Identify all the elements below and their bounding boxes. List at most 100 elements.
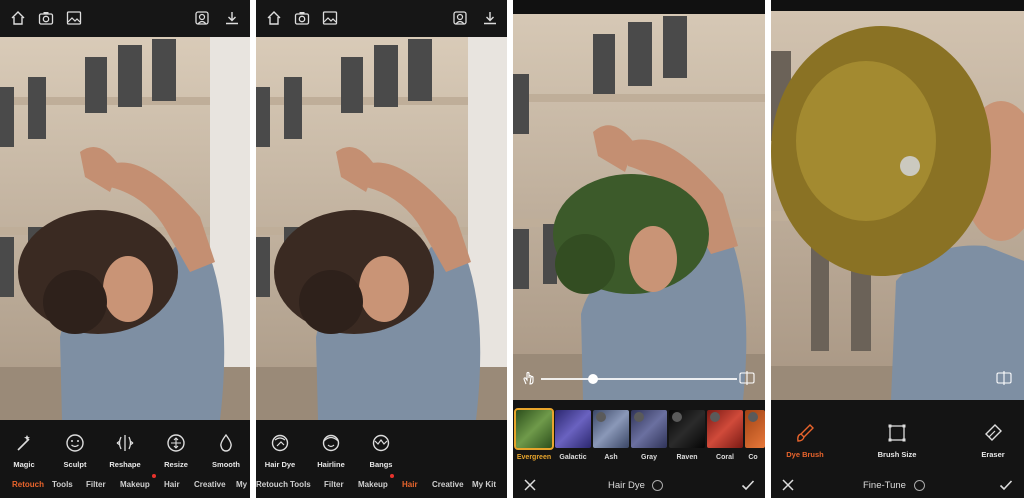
- tool-bangs[interactable]: Bangs: [353, 432, 409, 469]
- home-icon[interactable]: [266, 10, 282, 26]
- screen-fine-tune: Dye Brush Brush Size Eraser Fine-Tune: [771, 0, 1024, 498]
- slider-thumb[interactable]: [588, 374, 598, 384]
- category-tabs: Retouch Tools Filter Makeup Hair Creativ…: [256, 472, 507, 498]
- screen-hair: Hair Dye Hairline Bangs Retouch Tools Fi…: [256, 0, 507, 498]
- swatch-label: Raven: [676, 454, 698, 461]
- split-compare-icon[interactable]: [739, 370, 755, 386]
- swatch-coral[interactable]: [707, 410, 743, 448]
- top-toolbar: [256, 0, 507, 37]
- tab-hair[interactable]: Hair: [402, 480, 418, 489]
- brush-icon: [794, 422, 816, 444]
- tab-tools[interactable]: Tools: [52, 480, 73, 489]
- swatch-label: Gray: [641, 454, 657, 461]
- notification-dot: [390, 474, 394, 478]
- tab-creative[interactable]: Creative: [432, 480, 464, 489]
- eraser-icon: [982, 422, 1004, 444]
- tool-eraser[interactable]: Eraser: [965, 422, 1021, 459]
- hair-dye-icon: [269, 432, 291, 454]
- swatch-label: Coral: [716, 454, 734, 461]
- confirm-check-icon[interactable]: [741, 478, 755, 492]
- hairline-icon: [320, 432, 342, 454]
- footer-title: Fine-Tune: [863, 480, 906, 491]
- photo-canvas[interactable]: [256, 37, 507, 420]
- camera-icon[interactable]: [38, 10, 54, 26]
- tool-label: Dye Brush: [786, 450, 824, 459]
- brush-size-slider[interactable]: [541, 378, 737, 380]
- face-icon: [64, 432, 86, 454]
- tool-dye-brush[interactable]: Dye Brush: [777, 422, 833, 459]
- swatch-label: Co: [748, 454, 758, 461]
- swatch-raven[interactable]: [669, 410, 705, 448]
- footer-title: Hair Dye: [608, 480, 645, 491]
- photo-canvas[interactable]: [771, 11, 1024, 400]
- tool-reshape[interactable]: Reshape: [97, 432, 153, 469]
- swatch-gray[interactable]: [631, 410, 667, 448]
- confirm-check-icon[interactable]: [999, 478, 1013, 492]
- tab-retouch[interactable]: Retouch: [12, 480, 44, 489]
- download-icon[interactable]: [224, 10, 240, 26]
- tool-label: Resize: [164, 460, 188, 469]
- tool-sculpt[interactable]: Sculpt: [47, 432, 103, 469]
- tab-makeup[interactable]: Makeup: [358, 480, 388, 489]
- tool-magic[interactable]: Magic: [0, 432, 52, 469]
- swatch-co[interactable]: [745, 410, 765, 448]
- notification-dot: [152, 474, 156, 478]
- tool-hairline[interactable]: Hairline: [303, 432, 359, 469]
- home-icon[interactable]: [10, 10, 26, 26]
- bottom-panel: Evergreen Galactic Ash Gray Raven Coral …: [513, 400, 765, 498]
- tab-retouch[interactable]: Retouch: [256, 480, 288, 489]
- tab-makeup[interactable]: Makeup: [120, 480, 150, 489]
- close-icon[interactable]: [523, 478, 537, 492]
- tool-label: Magic: [13, 460, 35, 469]
- tool-resize[interactable]: Resize: [148, 432, 204, 469]
- tool-label: Hairline: [317, 460, 345, 469]
- photo-canvas[interactable]: [513, 14, 765, 400]
- top-bar: [513, 0, 765, 14]
- hand-icon[interactable]: [521, 370, 537, 386]
- tool-label: Eraser: [981, 450, 1005, 459]
- swatch-label: Ash: [604, 454, 618, 461]
- compare-icon[interactable]: [194, 10, 210, 26]
- tool-label: Reshape: [109, 460, 141, 469]
- help-icon[interactable]: [652, 480, 663, 491]
- screen-hair-dye: Evergreen Galactic Ash Gray Raven Coral …: [513, 0, 765, 498]
- help-icon[interactable]: [914, 480, 925, 491]
- top-bar: [771, 0, 1024, 11]
- tab-creative[interactable]: Creative: [194, 480, 226, 489]
- swatch-ash[interactable]: [593, 410, 629, 448]
- bottom-panel: Hair Dye Hairline Bangs Retouch Tools Fi…: [256, 420, 507, 498]
- compare-icon[interactable]: [452, 10, 468, 26]
- swatch-label: Galactic: [559, 454, 587, 461]
- bottom-panel: Dye Brush Brush Size Eraser Fine-Tune: [771, 400, 1024, 498]
- swatch-evergreen[interactable]: [514, 408, 554, 450]
- camera-icon[interactable]: [294, 10, 310, 26]
- tool-smooth[interactable]: Smooth: [198, 432, 250, 469]
- download-icon[interactable]: [482, 10, 498, 26]
- resize-icon: [165, 432, 187, 454]
- tool-hair-dye[interactable]: Hair Dye: [256, 432, 308, 469]
- gallery-icon[interactable]: [322, 10, 338, 26]
- tool-brush-size[interactable]: Brush Size: [869, 422, 925, 459]
- check-icon: [710, 412, 720, 422]
- tab-my-kit[interactable]: My: [236, 480, 247, 489]
- screen-retouch: Magic Sculpt Reshape Resize Smooth Retou…: [0, 0, 250, 498]
- tab-my-kit[interactable]: My Kit: [472, 480, 496, 489]
- tab-filter[interactable]: Filter: [324, 480, 344, 489]
- reshape-icon: [114, 432, 136, 454]
- tab-tools[interactable]: Tools: [290, 480, 311, 489]
- photo-canvas[interactable]: [0, 37, 250, 420]
- tool-label: Hair Dye: [264, 460, 296, 469]
- gallery-icon[interactable]: [66, 10, 82, 26]
- droplet-icon: [215, 432, 237, 454]
- tab-hair[interactable]: Hair: [164, 480, 180, 489]
- tab-filter[interactable]: Filter: [86, 480, 106, 489]
- bangs-icon: [370, 432, 392, 454]
- close-icon[interactable]: [781, 478, 795, 492]
- check-icon: [634, 412, 644, 422]
- magic-wand-icon: [13, 432, 35, 454]
- swatch-galactic[interactable]: [555, 410, 591, 448]
- check-icon: [672, 412, 682, 422]
- split-compare-icon[interactable]: [996, 370, 1012, 386]
- swatch-label: Evergreen: [516, 454, 552, 461]
- tool-label: Brush Size: [877, 450, 917, 459]
